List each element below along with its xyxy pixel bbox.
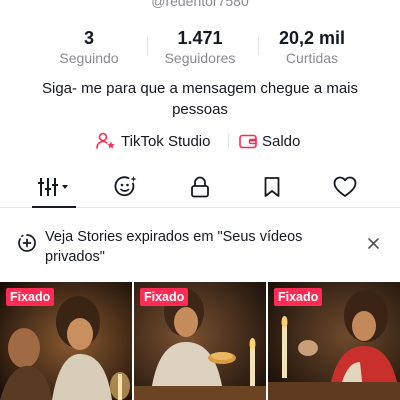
profile-tabs — [0, 166, 400, 208]
tiktok-studio-label: TikTok Studio — [121, 132, 211, 150]
profile-stats: 3 Seguindo 1.471 Seguidores 20,2 mil Cur… — [0, 27, 400, 67]
videos-grid: Fixado Fixado Fixado — [0, 282, 400, 400]
videos-grid-icon — [38, 177, 68, 196]
stat-followers[interactable]: 1.471 Seguidores — [140, 27, 260, 67]
video-thumbnail[interactable]: Fixado — [268, 282, 400, 400]
stat-likes-value: 20,2 mil — [278, 28, 346, 48]
video-thumbnail[interactable]: Fixado — [0, 282, 132, 400]
stat-followers-label: Seguidores — [164, 50, 236, 66]
video-thumbnail[interactable]: Fixado — [134, 282, 266, 400]
pinned-badge: Fixado — [140, 288, 189, 306]
profile-handle: @redentor7580 — [151, 0, 249, 9]
reposts-icon — [114, 175, 137, 196]
tab-reposts[interactable] — [102, 166, 150, 207]
saldo-label: Saldo — [262, 132, 301, 150]
stat-likes[interactable]: 20,2 mil Curtidas — [252, 27, 372, 67]
stories-notice[interactable]: Veja Stories expirados em "Seus vídeos p… — [0, 223, 400, 273]
lock-icon — [191, 176, 209, 197]
stat-followers-value: 1.471 — [177, 28, 223, 48]
heart-icon — [333, 176, 357, 197]
close-icon — [367, 237, 379, 249]
stories-notice-text: Veja Stories expirados em "Seus vídeos p… — [45, 229, 303, 265]
close-notice-button[interactable] — [363, 233, 383, 253]
stat-following-value: 3 — [83, 28, 94, 48]
stat-following-label: Seguindo — [59, 50, 119, 66]
bookmark-icon — [264, 176, 280, 197]
profile-bio: Siga- me para que a mensagem chegue a ma… — [41, 80, 358, 118]
person-star-icon — [96, 132, 115, 149]
pinned-badge: Fixado — [274, 288, 323, 306]
stat-likes-label: Curtidas — [285, 50, 339, 66]
stat-following[interactable]: 3 Seguindo — [29, 27, 149, 67]
add-story-icon — [18, 234, 36, 252]
tab-favorites[interactable] — [248, 166, 296, 207]
pinned-badge: Fixado — [6, 288, 55, 306]
saldo-link[interactable]: Saldo — [239, 129, 300, 153]
tab-videos[interactable] — [31, 166, 79, 207]
links-divider — [228, 134, 229, 149]
tiktok-studio-link[interactable]: TikTok Studio — [96, 129, 210, 153]
tab-private[interactable] — [176, 166, 224, 207]
tab-liked[interactable] — [321, 166, 369, 207]
selected-tab-indicator — [32, 206, 76, 208]
profile-links: TikTok Studio Saldo — [0, 129, 400, 153]
wallet-icon — [239, 134, 257, 149]
